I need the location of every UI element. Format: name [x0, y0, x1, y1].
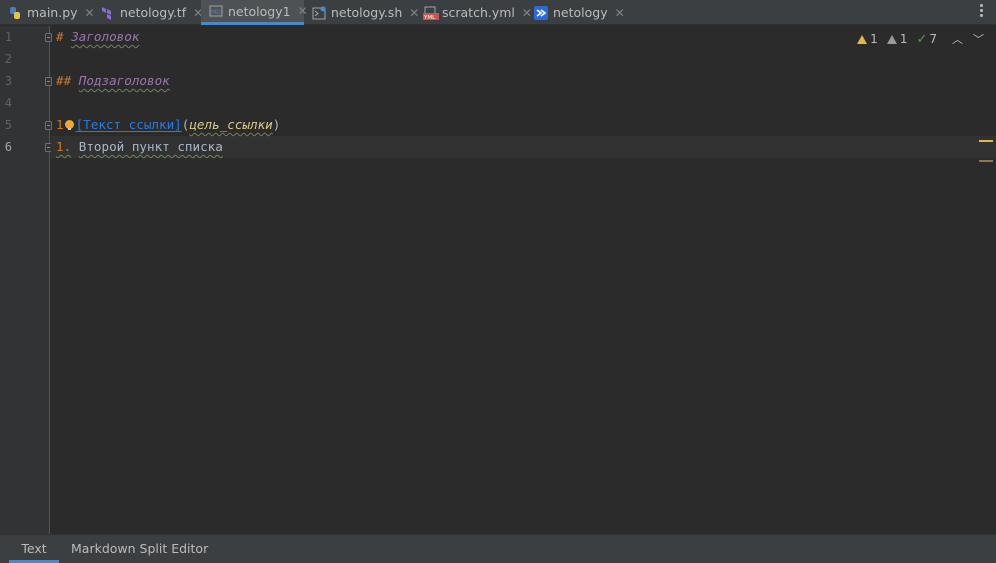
tab-markdown-split-editor[interactable]: Markdown Split Editor	[71, 535, 208, 563]
code-line-6[interactable]: 1. Второй пункт списка	[56, 136, 223, 158]
subheading-marker: ##	[56, 73, 72, 88]
tab-label: scratch.yml	[442, 5, 515, 20]
list-item-text: Второй пункт списка	[78, 139, 223, 154]
weak-warnings-count[interactable]: 1	[886, 32, 908, 46]
tab-netology1[interactable]: MD netology1 ✕	[201, 0, 308, 25]
svg-text:MD: MD	[211, 9, 221, 16]
line-number: 2	[4, 52, 12, 66]
code-line-1[interactable]: # Заголовок	[56, 26, 139, 48]
kubernetes-file-icon	[534, 5, 548, 20]
code-line-5[interactable]: 1 [Текст ссылки](цель_ссылки)	[56, 114, 280, 136]
tab-text[interactable]: Text	[9, 535, 59, 563]
close-icon[interactable]: ✕	[615, 6, 625, 20]
link-destination[interactable]: цель_ссылки	[189, 117, 272, 132]
lightbulb-icon[interactable]	[64, 120, 74, 130]
link-close-paren: )	[272, 117, 281, 132]
weak-warning-icon	[886, 34, 897, 44]
heading-text: Заголовок	[71, 29, 140, 44]
editor-mode-bar: Text Markdown Split Editor	[0, 534, 996, 563]
link-text[interactable]: [Текст ссылки]	[76, 117, 182, 132]
tab-netology-sh[interactable]: netology.sh ✕	[312, 0, 419, 25]
close-icon[interactable]: ✕	[85, 6, 95, 20]
chevron-up-icon[interactable]: ︿	[952, 31, 963, 47]
heading-marker: #	[56, 29, 64, 44]
python-file-icon	[8, 6, 22, 20]
current-line-number: 6	[4, 140, 12, 154]
tab-main-py[interactable]: main.py ✕	[8, 0, 95, 25]
weak-warning-stripe-mark[interactable]	[979, 160, 993, 162]
terraform-file-icon	[101, 6, 115, 20]
tab-label: netology.sh	[331, 5, 403, 20]
typos-count[interactable]: ✓ 7	[916, 32, 937, 47]
shell-script-file-icon	[312, 6, 326, 20]
warnings-count[interactable]: 1	[857, 32, 878, 46]
close-icon[interactable]: ✕	[522, 6, 532, 20]
fold-marker-icon[interactable]	[45, 121, 52, 130]
tab-netology-k8s[interactable]: netology ✕	[534, 0, 625, 25]
tab-label: netology	[553, 5, 608, 20]
weak-warnings-count-label: 1	[899, 32, 908, 46]
fold-marker-icon[interactable]	[45, 77, 52, 86]
tab-scratch-yml[interactable]: YML scratch.yml ✕	[423, 0, 532, 25]
tab-label: main.py	[27, 5, 78, 20]
line-number: 4	[4, 96, 12, 110]
close-icon[interactable]: ✕	[409, 6, 419, 20]
more-options-icon[interactable]	[980, 4, 983, 19]
fold-marker-icon[interactable]	[45, 33, 52, 42]
line-number: 1	[4, 30, 12, 44]
close-icon[interactable]: ✕	[298, 4, 308, 18]
svg-text:YML: YML	[423, 15, 436, 20]
warnings-count-label: 1	[870, 32, 878, 46]
typos-count-label: 7	[929, 32, 937, 46]
tab-netology-tf[interactable]: netology.tf ✕	[101, 0, 203, 25]
editor-gutter: 1 2 3 4 5 6	[0, 26, 52, 534]
line-number: 3	[4, 74, 12, 88]
editor-tab-bar: main.py ✕ netology.tf ✕ MD netology1 ✕ n…	[0, 0, 996, 25]
warning-icon	[857, 34, 868, 44]
line-prefix: 1	[56, 117, 64, 132]
list-number: 1.	[56, 139, 72, 154]
code-line-3[interactable]: ## Подзаголовок	[56, 70, 170, 92]
markdown-file-icon: MD	[209, 4, 223, 18]
line-number: 5	[4, 118, 12, 132]
subheading-text: Подзаголовок	[78, 73, 170, 88]
check-icon: ✓	[916, 31, 928, 47]
tab-label: netology1	[228, 3, 291, 19]
warning-stripe-mark[interactable]	[979, 140, 993, 142]
inspection-widget[interactable]: 1 1 ✓ 7 ︿ ﹀	[857, 31, 984, 47]
yaml-file-icon: YML	[423, 6, 439, 21]
chevron-down-icon[interactable]: ﹀	[973, 31, 984, 47]
tab-label: netology.tf	[120, 5, 187, 20]
